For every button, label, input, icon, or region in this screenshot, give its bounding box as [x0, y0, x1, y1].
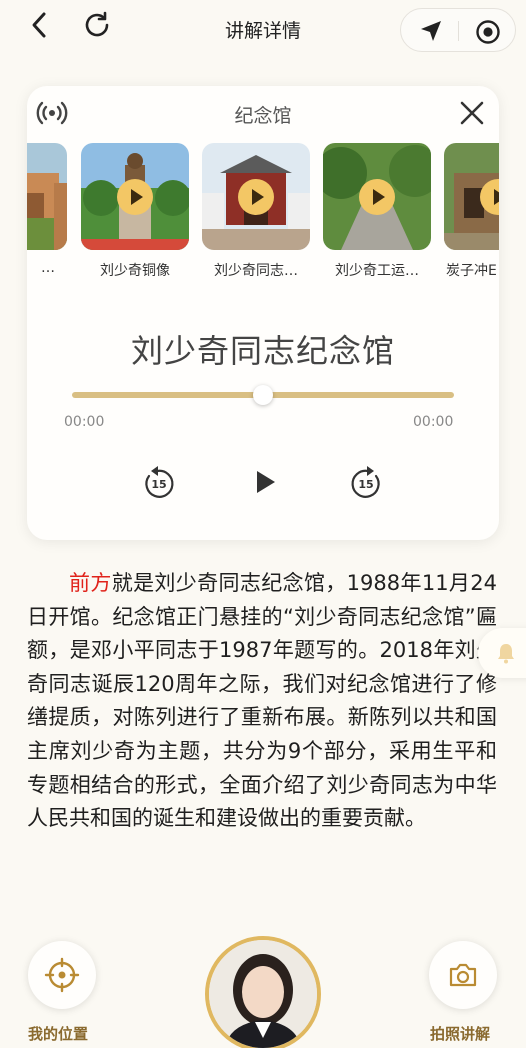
spot-label: 刘少奇铜像	[100, 263, 170, 279]
rewind-15-button[interactable]: 15	[141, 464, 177, 500]
card-title: 纪念馆	[234, 105, 292, 127]
rewind-15-icon: 15	[145, 466, 174, 498]
play-icon	[117, 179, 153, 215]
current-time: 00:00	[64, 414, 105, 430]
spot-thumbnail-strip[interactable]: … 刘少奇铜像 刘少奇同志… 刘少奇工运… 炭子冲E	[27, 143, 499, 283]
svg-text:15: 15	[358, 478, 373, 491]
spot-label: 刘少奇同志…	[214, 263, 298, 279]
direction-highlight: 前方	[69, 571, 112, 595]
play-button[interactable]	[247, 464, 283, 500]
close-card-button[interactable]	[459, 100, 485, 126]
spot-photo	[81, 143, 189, 250]
spot-thumbnail[interactable]: …	[27, 143, 67, 276]
camera-icon	[449, 963, 477, 987]
guide-avatar[interactable]	[205, 936, 321, 1048]
progress-knob[interactable]	[253, 385, 273, 405]
my-location-label: 我的位置	[28, 1025, 89, 1043]
photo-guide-button[interactable]	[429, 941, 497, 1009]
forward-15-button[interactable]: 15	[348, 464, 384, 500]
spot-photo	[27, 143, 67, 250]
navigation-button[interactable]	[419, 19, 443, 43]
spot-photo	[323, 143, 431, 250]
play-icon	[359, 179, 395, 215]
spot-photo	[444, 143, 499, 250]
spot-label: …	[41, 260, 55, 276]
audio-guide-card: 纪念馆 … 刘少奇铜像 刘少奇同志… 刘少奇工运… 炭子冲E 刘少奇同志纪念馆 …	[27, 86, 499, 540]
svg-text:15: 15	[151, 478, 166, 491]
spot-label: 炭子冲E	[446, 263, 497, 279]
record-target-icon	[476, 20, 500, 44]
spot-label: 刘少奇工运…	[335, 263, 419, 279]
forward-15-icon: 15	[351, 466, 380, 498]
description-text: 就是刘少奇同志纪念馆，1988年11月24日开馆。纪念馆正门悬挂的“刘少奇同志纪…	[27, 571, 497, 831]
my-location-button[interactable]	[28, 941, 96, 1009]
spot-thumbnail[interactable]: 刘少奇铜像	[81, 143, 189, 280]
capsule-divider	[458, 21, 459, 41]
spot-photo	[202, 143, 310, 250]
spot-description: 前方就是刘少奇同志纪念馆，1988年11月24日开馆。纪念馆正门悬挂的“刘少奇同…	[27, 567, 497, 836]
close-mini-program-button[interactable]	[475, 19, 501, 45]
close-icon	[460, 101, 484, 125]
mini-program-capsule	[400, 8, 516, 52]
navigation-arrow-icon	[421, 21, 441, 41]
play-icon	[238, 179, 274, 215]
play-icon	[257, 471, 275, 493]
top-bar: 讲解详情	[0, 0, 526, 56]
photo-guide-label: 拍照讲解	[430, 1025, 491, 1043]
notification-tab[interactable]	[478, 628, 526, 678]
spot-thumbnail[interactable]: 刘少奇工运…	[323, 143, 431, 280]
bell-icon	[498, 644, 514, 664]
audio-progress-slider[interactable]	[72, 385, 454, 405]
spot-thumbnail[interactable]: 炭子冲E	[444, 143, 499, 280]
track-title: 刘少奇同志纪念馆	[130, 332, 395, 370]
spot-thumbnail[interactable]: 刘少奇同志…	[202, 143, 310, 280]
total-time: 00:00	[413, 414, 454, 430]
crosshair-icon	[44, 957, 80, 993]
